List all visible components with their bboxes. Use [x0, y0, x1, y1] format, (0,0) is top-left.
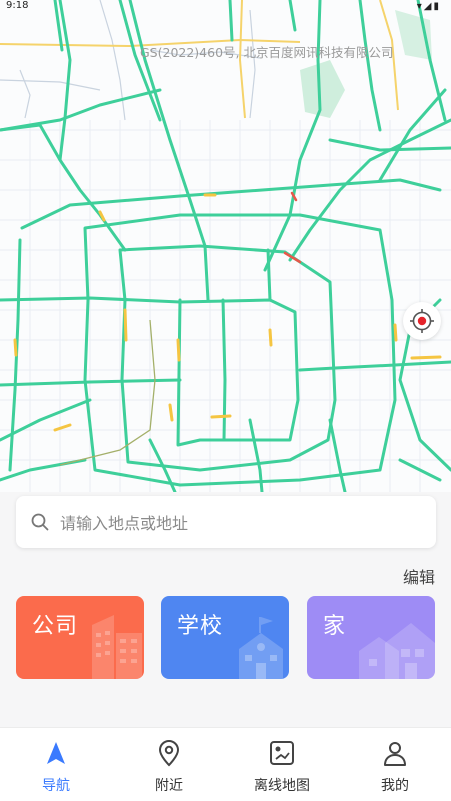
user-profile-icon — [384, 742, 406, 766]
nav-tab-offline-map[interactable]: 离线地图 — [226, 728, 338, 801]
edit-shortcuts-button[interactable]: 编辑 — [403, 564, 435, 588]
house-icon — [359, 623, 435, 679]
search-icon — [31, 513, 49, 531]
map-canvas[interactable] — [0, 0, 451, 492]
nav-tab-navigation[interactable]: 导航 — [0, 728, 112, 801]
shortcut-company-label: 公司 — [32, 614, 79, 639]
school-icon — [239, 617, 283, 679]
nav-tab-navigation-label: 导航 — [42, 778, 70, 794]
shortcut-school-label: 学校 — [177, 614, 224, 639]
wifi-icon: ▾ — [416, 1, 424, 12]
map-view[interactable] — [0, 0, 451, 492]
nav-tab-profile[interactable]: 我的 — [339, 728, 451, 801]
offline-map-icon — [270, 741, 294, 765]
crosshair-location-icon — [410, 309, 434, 333]
nav-tab-profile-label: 我的 — [381, 778, 409, 794]
map-copyright: GS(2022)460号, 北京百度网讯科技有限公司 — [140, 45, 394, 60]
search-placeholder[interactable]: 请输入地点或地址 — [60, 510, 188, 534]
status-bar: 9:18 ▾◢▮ — [0, 0, 451, 16]
location-pin-icon — [158, 740, 180, 767]
bottom-navigation: 导航 附近 离线地图 我的 — [0, 727, 451, 801]
status-time: 9:18 — [6, 0, 29, 11]
nav-tab-nearby[interactable]: 附近 — [113, 728, 225, 801]
shortcut-school-card[interactable]: 学校 — [161, 596, 289, 679]
nav-tab-nearby-label: 附近 — [155, 778, 183, 794]
my-location-button[interactable] — [403, 302, 441, 340]
shortcut-company-card[interactable]: 公司 — [16, 596, 144, 679]
office-building-icon — [92, 615, 142, 679]
battery-icon: ▮ — [433, 1, 441, 12]
navigation-arrow-icon — [47, 742, 65, 764]
shortcut-home-card[interactable]: 家 — [307, 596, 435, 679]
shortcut-home-label: 家 — [323, 614, 347, 639]
status-icons: ▾◢▮ — [417, 1, 441, 12]
nav-tab-offline-map-label: 离线地图 — [254, 778, 310, 794]
search-bar[interactable]: 请输入地点或地址 — [16, 496, 436, 548]
